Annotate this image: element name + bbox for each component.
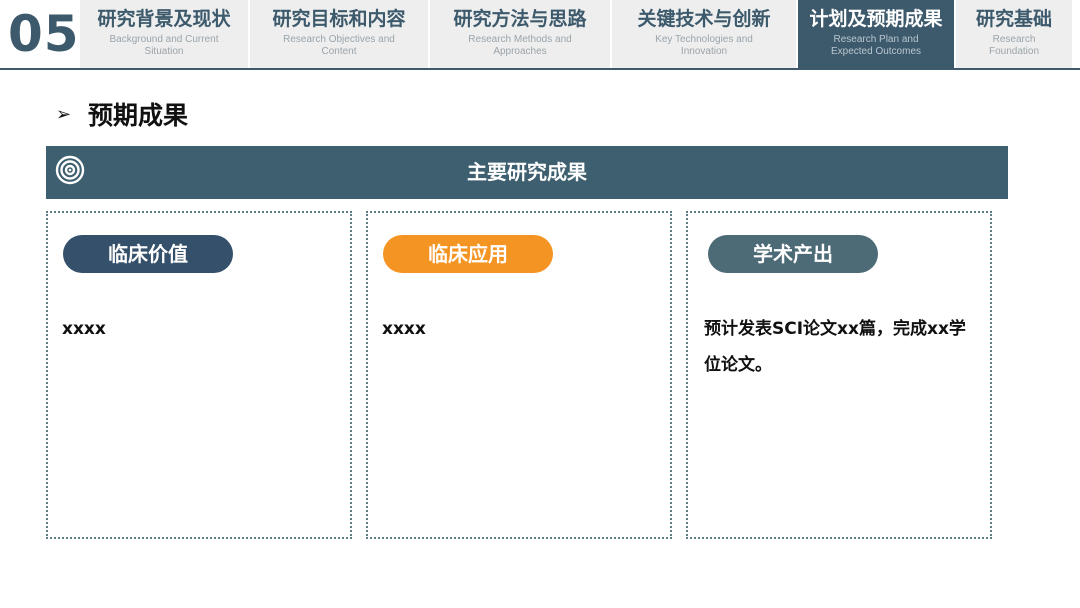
tab-foundation[interactable]: 研究基础 Research Foundation: [956, 0, 1072, 68]
arrow-bullet-icon: ➢: [56, 103, 72, 125]
tab-title: 研究背景及现状: [97, 8, 231, 30]
tab-subtitle: Research Foundation: [988, 34, 1040, 57]
outcome-card-clinical-application: 临床应用 xxxx: [366, 211, 672, 539]
tab-subtitle: Research Plan and Expected Outcomes: [830, 34, 922, 57]
tab-methods[interactable]: 研究方法与思路 Research Methods and Approaches: [430, 0, 610, 68]
header-divider: [0, 68, 1080, 70]
tab-title: 研究目标和内容: [272, 8, 406, 30]
tab-title: 关键技术与创新: [637, 8, 771, 30]
card-label-pill: 临床价值: [63, 235, 233, 273]
tab-title: 研究方法与思路: [453, 8, 587, 30]
tab-subtitle: Key Technologies and Innovation: [655, 34, 753, 57]
banner-title: 主要研究成果: [467, 160, 587, 184]
tab-title: 计划及预期成果: [809, 8, 943, 30]
tab-plan-outcomes[interactable]: 计划及预期成果 Research Plan and Expected Outco…: [798, 0, 954, 68]
tab-title: 研究基础: [975, 8, 1052, 30]
top-navigation: 05 研究背景及现状 Background and Current Situat…: [0, 0, 1080, 70]
results-banner: 主要研究成果: [46, 146, 1008, 199]
outcome-card-academic-output: 学术产出 预计发表SCI论文xx篇，完成xx学位论文。: [686, 211, 992, 539]
section-number: 05: [8, 5, 80, 63]
page-title: 预期成果: [88, 101, 189, 130]
tab-background[interactable]: 研究背景及现状 Background and Current Situation: [80, 0, 248, 68]
section-heading: ➢ 预期成果: [56, 96, 188, 132]
card-body-text: xxxx: [382, 319, 426, 339]
card-body-text: 预计发表SCI论文xx篇，完成xx学位论文。: [704, 319, 966, 375]
tab-subtitle: Research Methods and Approaches: [468, 34, 572, 57]
tab-subtitle: Background and Current Situation: [109, 34, 219, 57]
card-label-pill: 学术产出: [708, 235, 878, 273]
section-tabs: 研究背景及现状 Background and Current Situation…: [80, 0, 1074, 68]
tab-subtitle: Research Objectives and Content: [283, 34, 395, 57]
tab-objectives[interactable]: 研究目标和内容 Research Objectives and Content: [250, 0, 428, 68]
tab-innovation[interactable]: 关键技术与创新 Key Technologies and Innovation: [612, 0, 796, 68]
outcome-card-clinical-value: 临床价值 xxxx: [46, 211, 352, 539]
card-body-text: xxxx: [62, 319, 106, 339]
card-label-pill: 临床应用: [383, 235, 553, 273]
